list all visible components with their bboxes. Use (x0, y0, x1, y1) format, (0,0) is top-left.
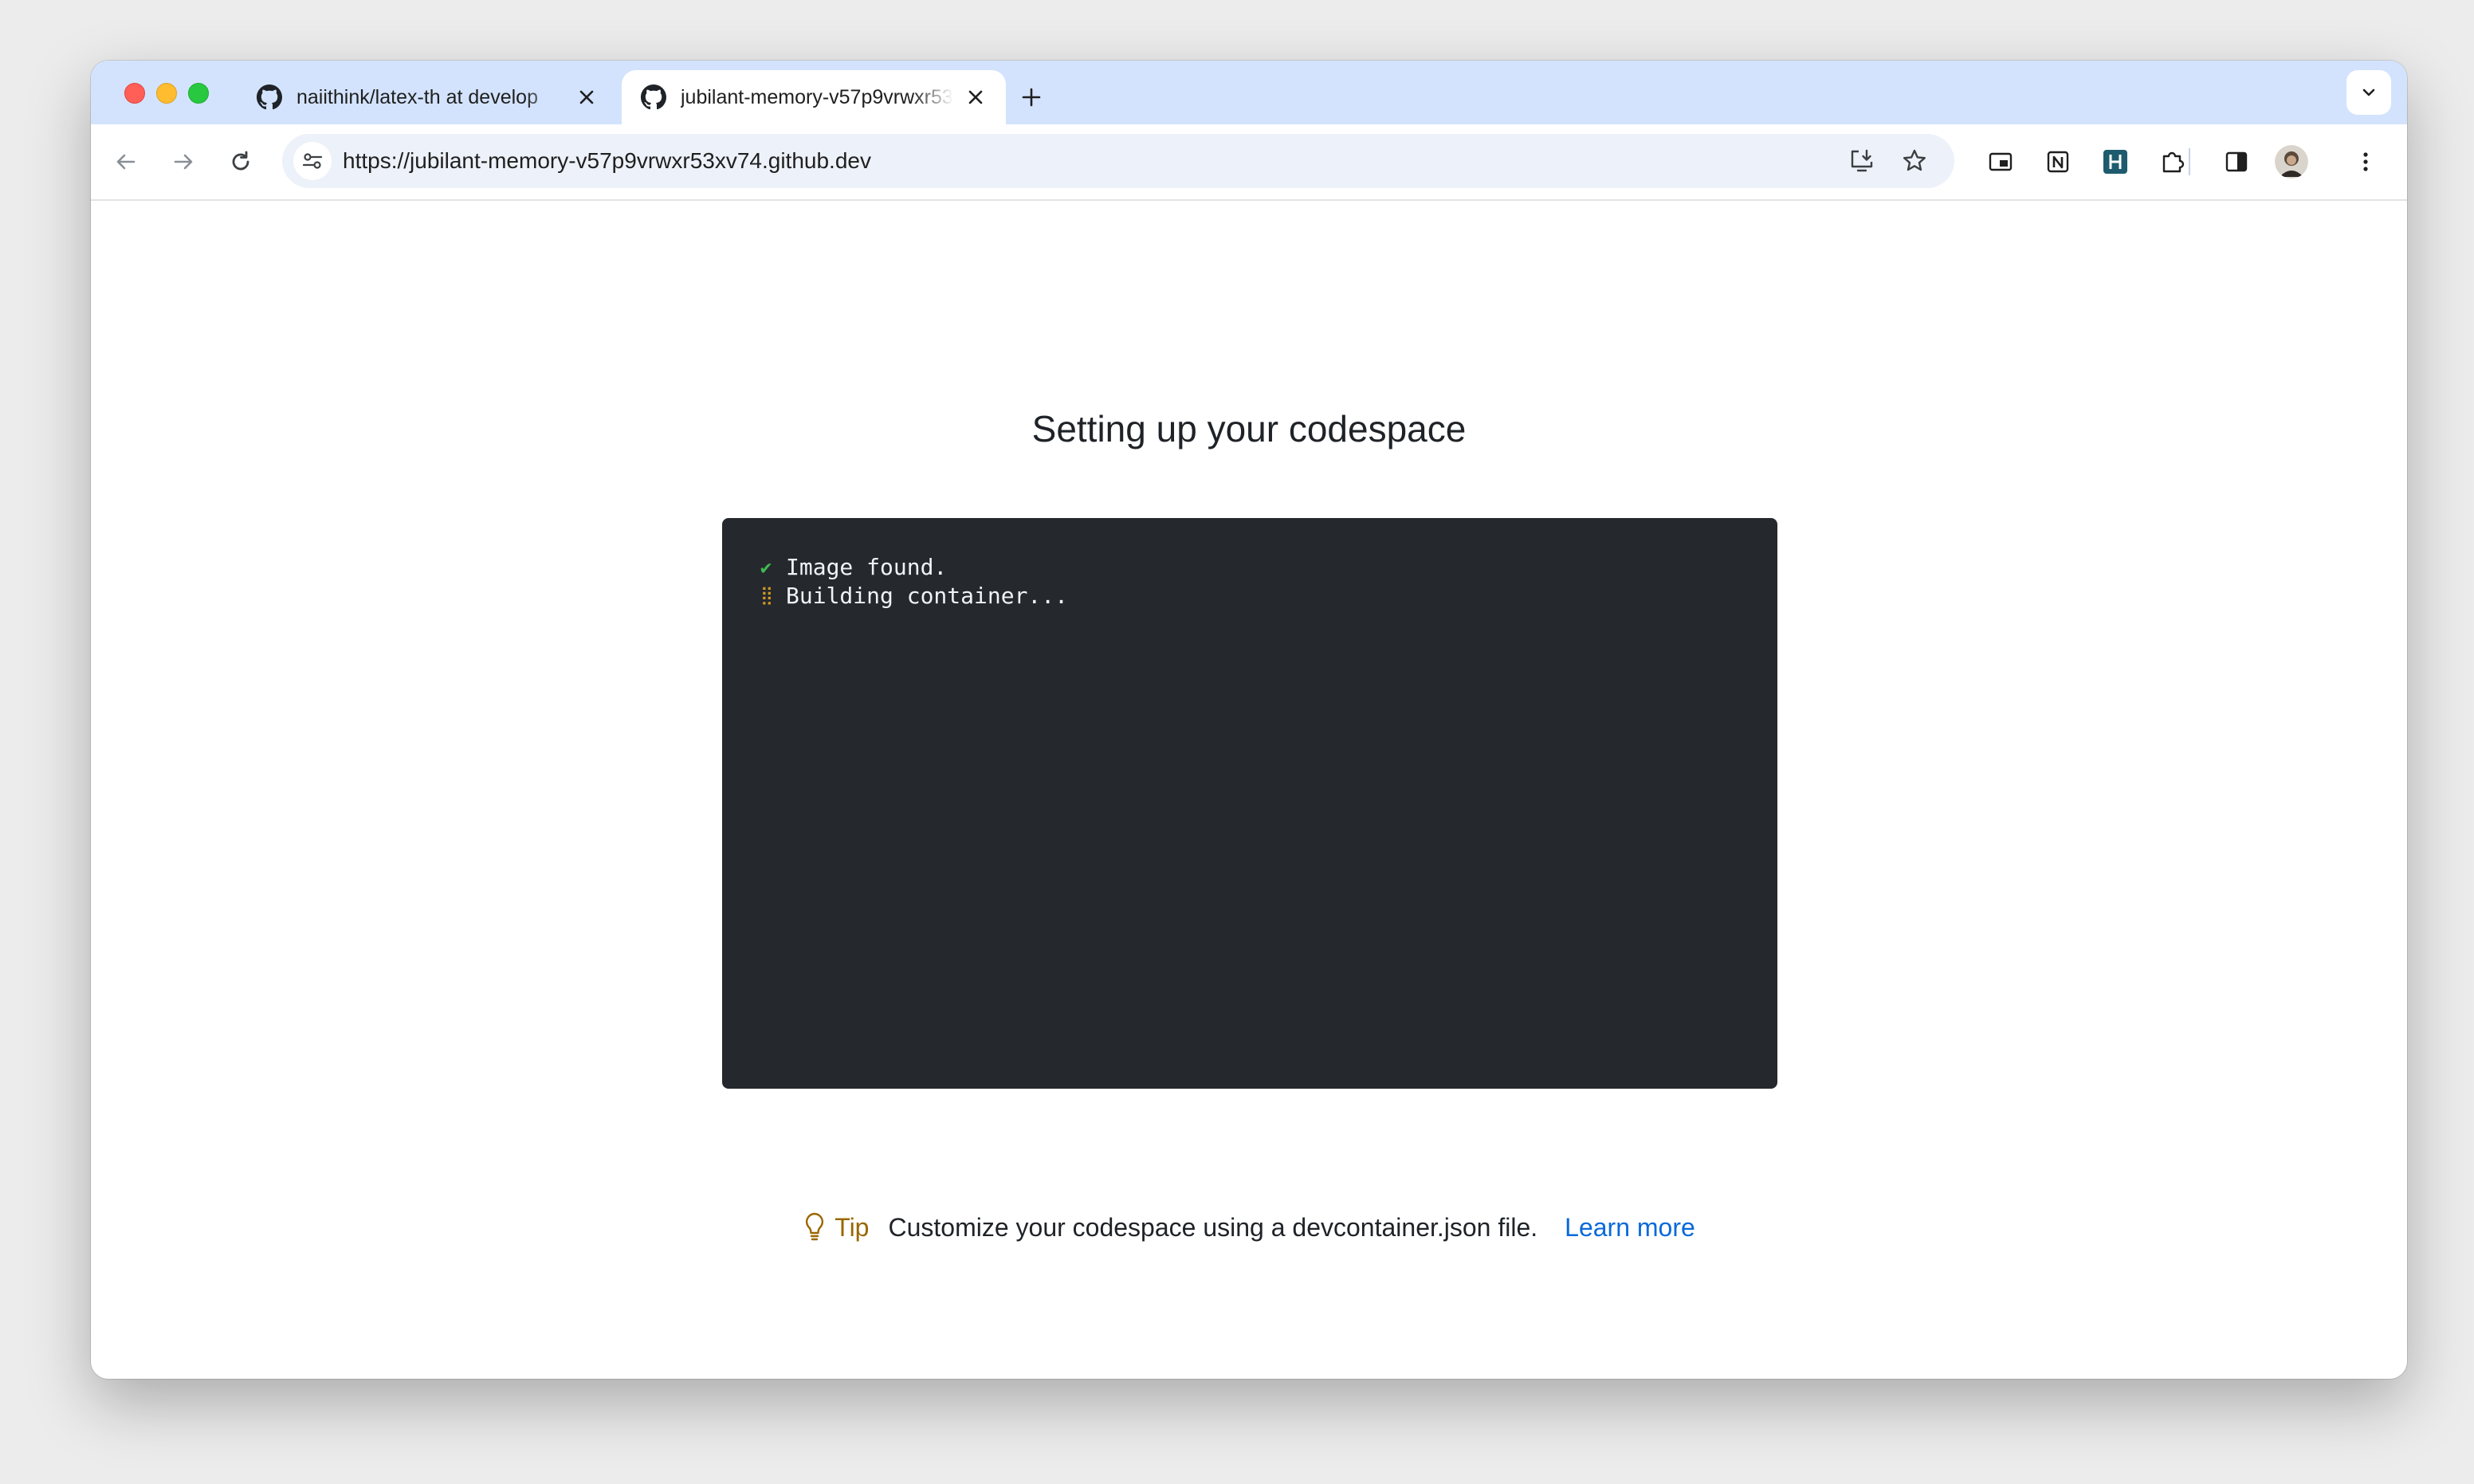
plus-icon (1022, 88, 1041, 107)
browser-window: naiithink/latex-th at develop jubilant-m… (91, 61, 2407, 1379)
setup-log-terminal: ✔ Image found. ⣿ Building container... (722, 518, 1777, 1089)
tune-icon (302, 153, 323, 169)
url-text[interactable]: https://jubilant-memory-v57p9vrwxr53xv74… (343, 134, 871, 188)
spinner-icon: ⣿ (760, 586, 773, 606)
tip-banner: Tip Customize your codespace using a dev… (91, 1211, 2407, 1243)
browser-menu-button[interactable] (2346, 143, 2385, 181)
tab-codespace[interactable]: jubilant-memory-v57p9vrwxr53xv74 (622, 70, 1006, 124)
forward-button[interactable] (164, 143, 202, 181)
check-icon: ✔ (760, 556, 772, 579)
log-line-building-container: ⣿ Building container... (757, 582, 1777, 610)
avatar-icon (2275, 145, 2308, 179)
arrow-left-icon (116, 154, 135, 170)
reload-button[interactable] (222, 143, 260, 181)
picture-in-picture-button[interactable] (1981, 143, 2020, 181)
browser-toolbar: https://jubilant-memory-v57p9vrwxr53xv74… (91, 124, 2407, 201)
notion-extension-button[interactable] (2039, 143, 2077, 181)
page-title: Setting up your codespace (1031, 408, 1467, 450)
close-tab-icon[interactable] (964, 86, 987, 108)
notion-icon (2047, 151, 2069, 173)
arrow-right-icon (174, 154, 193, 170)
back-button[interactable] (107, 143, 145, 181)
picture-in-picture-icon (1989, 152, 2013, 171)
github-icon (641, 84, 666, 110)
log-text: Building container... (786, 583, 1069, 609)
address-bar[interactable]: https://jubilant-memory-v57p9vrwxr53xv74… (282, 134, 1954, 188)
close-window-button[interactable] (124, 83, 145, 104)
site-info-button[interactable] (293, 142, 332, 180)
puzzle-icon (2162, 151, 2185, 173)
chevron-down-icon (2362, 88, 2375, 96)
side-panel-button[interactable] (2217, 143, 2256, 181)
lightbulb-icon (806, 1212, 824, 1241)
toolbar-divider (2189, 148, 2190, 175)
github-icon (257, 84, 282, 110)
tab-search-button[interactable] (2346, 70, 2391, 115)
tip-text: Customize your codespace using a devcont… (888, 1213, 1538, 1242)
profile-avatar[interactable] (2275, 145, 2308, 179)
close-tab-icon[interactable] (575, 86, 598, 108)
tab-title: jubilant-memory-v57p9vrwxr53xv74 (681, 85, 953, 108)
bookmark-button[interactable] (1895, 142, 1934, 180)
log-line-image-found: ✔ Image found. (757, 553, 1777, 582)
install-icon (1851, 149, 1873, 172)
more-vertical-icon (2363, 152, 2368, 171)
hashnode-extension-button[interactable] (2096, 143, 2134, 181)
log-text: Image found. (786, 554, 948, 580)
tip-label: Tip (834, 1213, 870, 1242)
install-app-button[interactable] (1843, 142, 1881, 180)
star-icon (1903, 149, 1926, 171)
page-content: Setting up your codespace ✔ Image found.… (91, 201, 2407, 1379)
hashnode-icon (2103, 150, 2127, 174)
learn-more-link[interactable]: Learn more (1565, 1211, 1695, 1243)
tab-title: naiithink/latex-th at develop (296, 85, 538, 108)
tab-strip: naiithink/latex-th at develop jubilant-m… (91, 61, 2407, 124)
reload-icon (232, 151, 249, 171)
minimize-window-button[interactable] (156, 83, 177, 104)
side-panel-icon (2225, 151, 2248, 172)
extensions-button[interactable] (2154, 143, 2192, 181)
tab-latex-th[interactable]: naiithink/latex-th at develop (238, 70, 617, 124)
maximize-window-button[interactable] (188, 83, 209, 104)
new-tab-button[interactable] (1012, 78, 1050, 116)
